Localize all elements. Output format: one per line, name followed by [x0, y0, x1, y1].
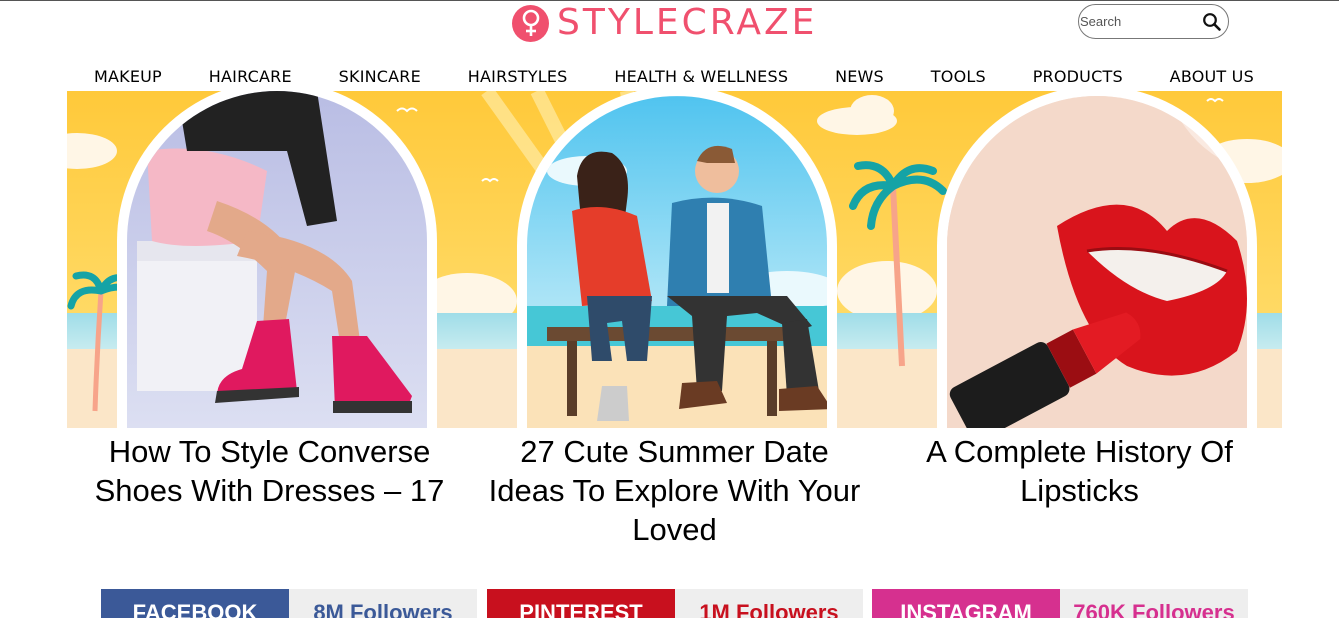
nav-item-haircare[interactable]: HAIRCARE [209, 64, 292, 90]
site-logo[interactable]: STYLECRAZE [512, 3, 817, 43]
nav-item-news[interactable]: NEWS [835, 64, 884, 90]
instagram-follow[interactable]: INSTAGRAM 760K Followers [872, 589, 1248, 618]
facebook-follow[interactable]: FACEBOOK 8M Followers [101, 589, 477, 618]
female-symbol-icon [512, 4, 549, 42]
nav-item-products[interactable]: PRODUCTS [1033, 64, 1123, 90]
nav-item-hairstyles[interactable]: HAIRSTYLES [468, 64, 568, 90]
pinterest-label: PINTEREST [487, 589, 675, 618]
instagram-label: INSTAGRAM [872, 589, 1060, 618]
brand-name: STYLECRAZE [557, 2, 818, 43]
main-nav: MAKEUP HAIRCARE SKINCARE HAIRSTYLES HEAL… [74, 64, 1274, 90]
nav-item-tools[interactable]: TOOLS [931, 64, 986, 90]
hero-banner [67, 91, 1282, 428]
facebook-followers: 8M Followers [289, 589, 477, 618]
top-border [0, 0, 1339, 1]
article-title-converse[interactable]: How To Style Converse Shoes With Dresses… [67, 432, 472, 549]
search-box [1078, 4, 1229, 39]
pinterest-followers: 1M Followers [675, 589, 863, 618]
nav-item-health-wellness[interactable]: HEALTH & WELLNESS [614, 64, 788, 90]
article-title-lipsticks[interactable]: A Complete History Of Lipsticks [877, 432, 1282, 549]
article-titles: How To Style Converse Shoes With Dresses… [67, 432, 1282, 549]
nav-item-skincare[interactable]: SKINCARE [339, 64, 421, 90]
facebook-label: FACEBOOK [101, 589, 289, 618]
search-icon[interactable] [1202, 12, 1222, 32]
instagram-followers: 760K Followers [1060, 589, 1248, 618]
pinterest-follow[interactable]: PINTEREST 1M Followers [487, 589, 863, 618]
article-title-summer-date[interactable]: 27 Cute Summer Date Ideas To Explore Wit… [472, 432, 877, 549]
nav-item-about-us[interactable]: ABOUT US [1170, 64, 1254, 90]
nav-item-makeup[interactable]: MAKEUP [94, 64, 162, 90]
search-input[interactable] [1080, 14, 1198, 29]
